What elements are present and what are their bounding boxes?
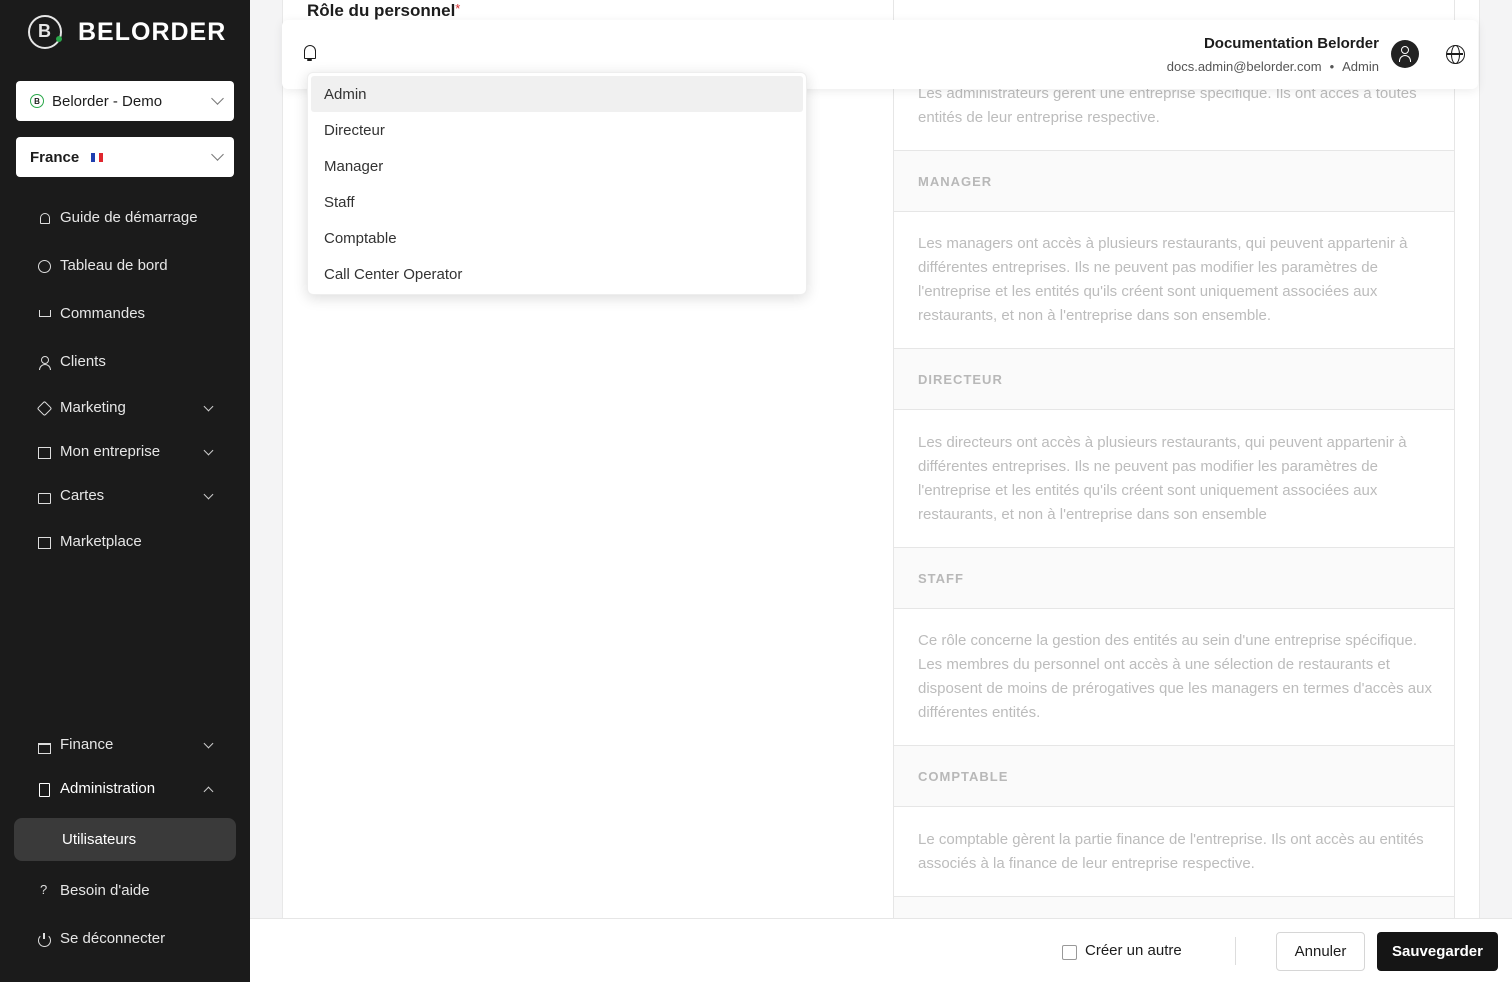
store-icon [38, 536, 51, 549]
sidebar-item-label: Clients [60, 353, 106, 370]
sidebar-item-marketplace[interactable]: Marketplace [38, 533, 142, 550]
create-another-checkbox[interactable] [1062, 945, 1077, 960]
dashboard-icon [38, 259, 51, 273]
bag-icon [38, 490, 51, 504]
company-logo-icon: B [30, 94, 44, 108]
user-icon [38, 355, 51, 370]
chevron-down-icon [211, 148, 224, 161]
dropdown-option-staff[interactable]: Staff [311, 184, 803, 220]
power-icon [38, 932, 51, 947]
sidebar-item-label: Marketing [60, 399, 126, 416]
sidebar-item-label: Se déconnecter [60, 930, 166, 947]
cancel-button[interactable]: Annuler [1276, 932, 1365, 971]
role-field-label: Rôle du personnel* [307, 1, 460, 21]
sidebar-subitem-label[interactable]: Utilisateurs [62, 831, 136, 848]
user-email: docs.admin@belorder.com [1166, 59, 1322, 74]
globe-icon[interactable] [1446, 45, 1465, 64]
sidebar-item-label: Administration [60, 780, 156, 797]
cart-icon [38, 308, 51, 320]
sidebar-item-finance[interactable]: Finance [38, 736, 114, 754]
sidebar: BELORDER B Belorder - Demo France Guide … [0, 0, 250, 982]
user-meta: docs.admin@belorder.com • Admin [1167, 59, 1379, 74]
country-select[interactable]: France [16, 137, 234, 177]
dropdown-option-directeur[interactable]: Directeur [311, 112, 803, 148]
brand-name: BELORDER [78, 17, 227, 46]
sidebar-item-label: Besoin d'aide [60, 882, 150, 899]
role-header-directeur: DIRECTEUR [894, 348, 1454, 410]
question-icon [38, 882, 50, 897]
role-header-comptable: COMPTABLE [894, 745, 1454, 807]
chevron-down-icon [211, 92, 224, 105]
dropdown-option-manager[interactable]: Manager [311, 148, 803, 184]
role-header-manager: MANAGER [894, 150, 1454, 212]
sidebar-item-label: Guide de démarrage [60, 209, 198, 226]
role-field-label-text: Rôle du personnel [307, 1, 456, 20]
sidebar-item-label: Tableau de bord [60, 257, 168, 274]
sidebar-item-administration[interactable]: Administration [38, 780, 155, 797]
role-description-directeur: Les directeurs ont accès à plusieurs res… [918, 434, 1407, 523]
meta-separator: • [1329, 59, 1335, 74]
store-icon [38, 446, 51, 459]
company-select[interactable]: B Belorder - Demo [16, 81, 234, 121]
sidebar-item-label: Cartes [60, 487, 105, 504]
chevron-down-icon[interactable] [203, 445, 214, 456]
chevron-down-icon[interactable] [203, 738, 214, 749]
sidebar-item-company[interactable]: Mon entreprise [38, 443, 160, 460]
france-flag-icon [91, 152, 104, 162]
document-icon [38, 782, 50, 797]
role-description-manager: Les managers ont accès à plusieurs resta… [918, 235, 1408, 324]
company-select-value: Belorder - Demo [52, 92, 163, 110]
role-description-staff: Ce rôle concerne la gestion des entités … [918, 632, 1432, 721]
sidebar-item-label: Mon entreprise [60, 443, 161, 460]
required-mark: * [455, 1, 461, 16]
role-header-next [894, 896, 1454, 918]
chevron-down-icon[interactable] [203, 401, 214, 412]
sidebar-item-label: Marketplace [60, 533, 142, 550]
role-dropdown-menu: Admin Directeur Manager Staff Comptable … [307, 72, 807, 295]
bank-icon [38, 739, 51, 754]
chevron-up-icon[interactable] [203, 786, 214, 797]
tag-icon [38, 402, 50, 414]
chevron-down-icon[interactable] [203, 489, 214, 500]
sidebar-item-marketing[interactable]: Marketing [38, 399, 126, 416]
dropdown-option-admin[interactable]: Admin [311, 76, 803, 112]
form-footer: Créer un autre Annuler Sauvegarder [250, 918, 1512, 982]
role-header-staff: STAFF [894, 547, 1454, 609]
sidebar-item-logout[interactable]: Se déconnecter [38, 930, 165, 947]
role-description-admin: Les administrateurs gèrent une entrepris… [918, 85, 1417, 126]
country-select-value: France [30, 148, 80, 166]
create-another-label[interactable]: Créer un autre [1085, 942, 1182, 959]
footer-divider [1235, 937, 1236, 965]
sidebar-item-dashboard[interactable]: Tableau de bord [38, 257, 168, 274]
user-role: Admin [1342, 59, 1379, 74]
sidebar-item-label: Commandes [60, 305, 146, 322]
sidebar-item-label: Finance [60, 736, 114, 753]
sidebar-item-orders[interactable]: Commandes [38, 305, 145, 322]
sidebar-item-clients[interactable]: Clients [38, 353, 106, 370]
notification-bell-icon[interactable] [303, 44, 317, 62]
role-description-comptable: Le comptable gèrent la partie finance de… [918, 831, 1424, 872]
dropdown-option-call-center[interactable]: Call Center Operator [311, 256, 803, 292]
user-name: Documentation Belorder [1203, 35, 1379, 52]
dropdown-option-comptable[interactable]: Comptable [311, 220, 803, 256]
save-button[interactable]: Sauvegarder [1377, 932, 1498, 971]
sidebar-item-cards[interactable]: Cartes [38, 487, 104, 504]
belorder-logo-icon [28, 15, 62, 49]
brand[interactable]: BELORDER [28, 15, 226, 49]
sidebar-item-help[interactable]: Besoin d'aide [38, 882, 150, 900]
sidebar-item-guide[interactable]: Guide de démarrage [38, 209, 198, 226]
rocket-icon [38, 212, 50, 224]
roles-description-box: Les administrateurs gèrent une entrepris… [893, 0, 1455, 918]
avatar[interactable] [1391, 40, 1419, 68]
